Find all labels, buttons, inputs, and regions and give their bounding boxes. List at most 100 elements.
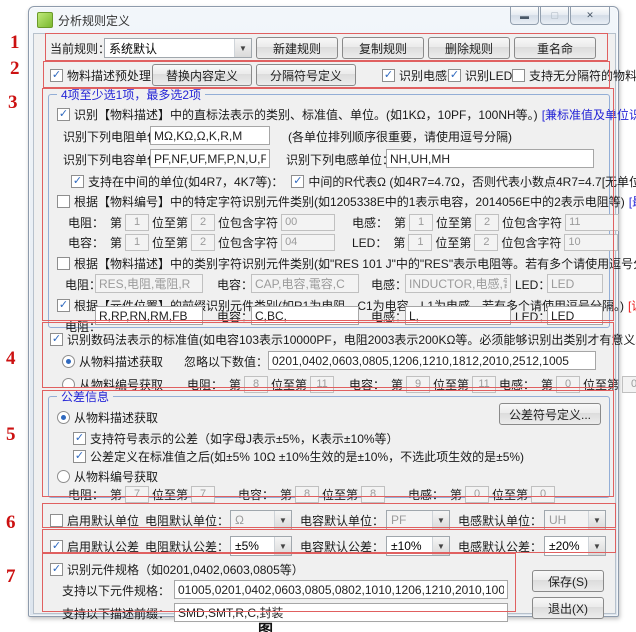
- replace-content-button[interactable]: 替换内容定义: [152, 64, 252, 86]
- ind-default-tol-select[interactable]: ±20% ▼: [544, 536, 606, 556]
- tolerance-groupbox-title: 公差信息: [57, 388, 113, 405]
- field-label: 电阻：: [187, 376, 223, 393]
- chevron-down-icon: ▼: [274, 537, 291, 555]
- prefix-list-input[interactable]: [174, 603, 508, 622]
- tol-from-partno-radio[interactable]: 从物料编号获取: [57, 468, 158, 485]
- save-button[interactable]: 保存(S): [532, 570, 604, 592]
- to-box: 8: [361, 486, 385, 503]
- res-default-tol-label: 电阻默认公差：: [145, 538, 229, 555]
- cap-units-input[interactable]: [150, 149, 270, 168]
- coded-value-checkbox[interactable]: 识别数码法表示的标准值(如电容103表示10000PF，电阻2003表示200K…: [50, 331, 636, 348]
- chevron-down-icon: ▼: [234, 39, 251, 57]
- res-default-tol-select[interactable]: ±5% ▼: [230, 536, 292, 556]
- ind-default-tol-value: ±20%: [545, 539, 580, 553]
- to-label: 位至第: [433, 376, 469, 393]
- close-button[interactable]: ✕: [570, 7, 610, 25]
- dialog-client-area: 当前规则： 系统默认 ▼ 新建规则 复制规则 删除规则 重名命 物料描述预处理 …: [33, 33, 616, 614]
- tol-symbol-checkbox[interactable]: 支持符号表示的公差（如字母J表示±5%，K表示±10%等）: [73, 430, 399, 447]
- default-units-row: 启用默认单位: [50, 510, 139, 530]
- refdes-cap-input[interactable]: [251, 306, 359, 325]
- opt-partno-checkbox[interactable]: 根据【物料编号】中的特定字符识别元件类别(如1205338E中的1表示电容，20…: [57, 193, 625, 210]
- checkbox-icon: [50, 540, 63, 553]
- spec-checkbox[interactable]: 识别元件规格（如0201,0402,0603,0805等）: [50, 561, 304, 578]
- default-tol-row: 启用默认公差: [50, 536, 139, 556]
- desc-led-input: [547, 274, 603, 293]
- to-box: 2: [474, 234, 498, 251]
- checkbox-icon: [50, 333, 63, 346]
- coded-from-desc-radio[interactable]: 从物料描述获取: [62, 353, 163, 370]
- res-default-tol-value: ±5%: [231, 539, 259, 553]
- coded-cap-group: 电容： 第 9 位至第 11: [346, 374, 496, 394]
- from-label: 第: [110, 214, 122, 231]
- opt-desc-row: 根据【物料描述】中的类别字符识别元件类别(如"RES 101 J"中的"RES"…: [57, 253, 636, 273]
- opt-direct-checkbox[interactable]: 识别【物料描述】中的直标法表示的类别、标准值、单位。(如1KΩ，10PF，100…: [57, 106, 538, 123]
- groupbox-title: 4项至少选1项，最多选2项: [57, 86, 205, 103]
- to-label: 位至第: [152, 234, 188, 251]
- res-units-input[interactable]: [150, 126, 270, 145]
- refdes-ind-input[interactable]: [405, 306, 511, 325]
- default-tol-checkbox[interactable]: 启用默认公差: [50, 538, 139, 555]
- copy-rule-button[interactable]: 复制规则: [342, 37, 424, 59]
- recognize-led-checkbox[interactable]: 识别LED: [448, 67, 512, 84]
- checkbox-icon: [57, 108, 70, 121]
- to-label: 位至第: [436, 214, 472, 231]
- rename-rule-button[interactable]: 重名命: [514, 37, 596, 59]
- ind-default-tol-label-row: 电感默认公差：: [458, 536, 542, 556]
- delete-rule-button[interactable]: 删除规则: [428, 37, 510, 59]
- middle-unit-checkbox[interactable]: 支持在中间的单位(如4R7，4K7等)：: [71, 173, 283, 190]
- checkbox-icon: [291, 175, 304, 188]
- desc-cap-input: [251, 274, 359, 293]
- default-units-checkbox[interactable]: 启用默认单位: [50, 512, 139, 529]
- desc-led-label-row: LED：: [515, 274, 550, 294]
- cap-default-tol-select[interactable]: ±10% ▼: [386, 536, 450, 556]
- default-tol-label: 启用默认公差: [67, 538, 139, 555]
- spec-row: 识别元件规格（如0201,0402,0603,0805等）: [50, 559, 304, 579]
- current-rule-row: 当前规则：: [50, 38, 110, 58]
- rule-select[interactable]: 系统默认 ▼: [104, 38, 252, 58]
- cap-default-unit-select: PF ▼: [386, 510, 450, 530]
- recognize-inductor-checkbox[interactable]: 识别电感: [382, 67, 447, 84]
- exit-button[interactable]: 退出(X): [532, 597, 604, 619]
- to-box: 2: [191, 234, 215, 251]
- new-rule-button[interactable]: 新建规则: [256, 37, 338, 59]
- cap-default-tol-label: 电容默认公差：: [300, 538, 384, 555]
- opt-desc-checkbox[interactable]: 根据【物料描述】中的类别字符识别元件类别(如"RES 101 J"中的"RES"…: [57, 255, 636, 272]
- to-box: 2: [475, 214, 499, 231]
- no-separator-checkbox[interactable]: 支持无分隔符的物料描述: [512, 67, 636, 84]
- cap-default-tol-label-row: 电容默认公差：: [300, 536, 384, 556]
- checkbox-icon: [382, 69, 395, 82]
- annotation-number-7: 7: [6, 566, 16, 588]
- chevron-down-icon: ▼: [432, 511, 449, 529]
- field-label: 电容：: [238, 486, 274, 503]
- preprocess-label: 物料描述预处理: [67, 67, 151, 84]
- ind-units-input[interactable]: [386, 149, 594, 168]
- tol-after-label: 公差定义在标准值之后(如±5% 10Ω ±10%生效的是±10%，不选此项生效的…: [90, 448, 524, 465]
- tol-from-partno-row: 从物料编号获取: [57, 466, 158, 486]
- window-title: 分析规则定义: [58, 12, 130, 29]
- refdes-res-input[interactable]: [95, 306, 203, 325]
- to-box: 0: [622, 376, 636, 393]
- from-box: 1: [125, 234, 149, 251]
- tolerance-groupbox: 公差信息 从物料描述获取 公差符号定义... 支持符号表示的公差（如字母J表示±…: [48, 396, 610, 498]
- tol-after-checkbox[interactable]: 公差定义在标准值之后(如±5% 10Ω ±10%生效的是±10%，不选此项生效的…: [73, 448, 524, 465]
- tol-from-desc-radio[interactable]: 从物料描述获取: [57, 409, 158, 426]
- opt-refdes-tag: [误判风险高]: [628, 297, 636, 314]
- chevron-down-icon: ▼: [432, 537, 449, 555]
- separator-define-button[interactable]: 分隔符号定义: [256, 64, 356, 86]
- r-means-ohm-checkbox[interactable]: 中间的R代表Ω (如4R7=4.7Ω，否则代表小数点4R7=4.7[无单位])。: [291, 173, 636, 190]
- preprocess-checkbox[interactable]: 物料描述预处理: [50, 67, 151, 84]
- ignore-values-input[interactable]: [268, 351, 596, 370]
- annotation-number-5: 5: [6, 424, 16, 446]
- tolerance-symbols-button[interactable]: 公差符号定义...: [499, 403, 601, 425]
- coded-ind-group: 电感： 第 0 位至第 0: [496, 374, 636, 394]
- from-box: 8: [244, 376, 268, 393]
- field-label: LED：: [352, 234, 387, 251]
- spec-list-input[interactable]: [174, 580, 508, 599]
- minimize-button[interactable]: ▬: [510, 7, 539, 25]
- field-label: 电阻：: [68, 486, 104, 503]
- radio-icon: [57, 411, 70, 424]
- checkbox-icon: [50, 69, 63, 82]
- cap-default-unit-label: 电容默认单位：: [300, 512, 384, 529]
- refdes-led-input[interactable]: [547, 306, 603, 325]
- annotation-number-4: 4: [6, 348, 16, 370]
